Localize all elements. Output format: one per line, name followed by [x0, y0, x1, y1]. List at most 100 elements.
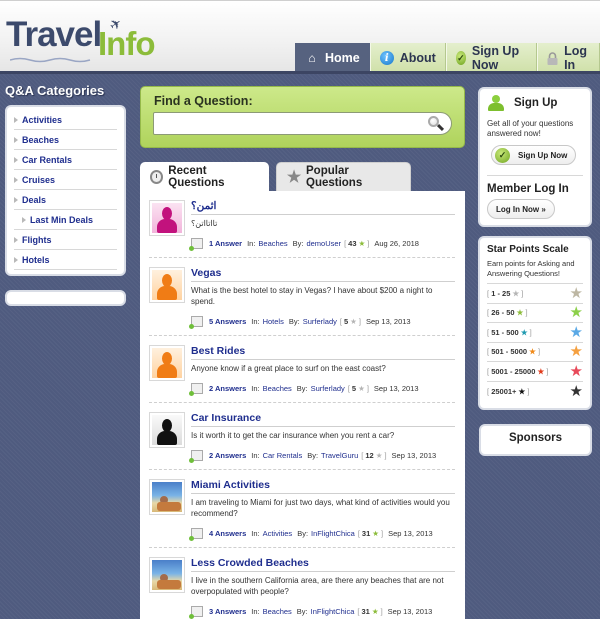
- tab-recent-label: Recent Questions: [168, 165, 225, 189]
- bracket: ]: [384, 451, 387, 460]
- category-link[interactable]: Hotels: [263, 317, 284, 326]
- nav-home[interactable]: ⌂ Home: [295, 43, 370, 73]
- star-icon: ★: [537, 366, 545, 376]
- tab-popular-questions[interactable]: ★ Popular Questions: [276, 162, 411, 191]
- category-flights[interactable]: Flights: [14, 230, 117, 250]
- tab-recent-questions[interactable]: Recent Questions: [140, 162, 269, 192]
- answers-count-link[interactable]: 1 Answer: [209, 239, 242, 248]
- question-title[interactable]: Vegas: [191, 267, 455, 282]
- question-date: Aug 26, 2018: [374, 239, 419, 248]
- question-item: Vegas What is the best hotel to stay in …: [149, 258, 455, 336]
- avatar[interactable]: [149, 557, 185, 593]
- site-header: Travel Info ✈ ⌂ Home i About ✓ Sign Up N…: [0, 0, 600, 73]
- answers-count-link[interactable]: 3 Answers: [209, 607, 246, 616]
- category-car-rentals[interactable]: Car Rentals: [14, 150, 117, 170]
- category-label: Flights: [22, 234, 52, 245]
- avatar[interactable]: [149, 345, 185, 381]
- triangle-right-icon: [22, 216, 26, 223]
- triangle-right-icon: [14, 196, 18, 203]
- avatar[interactable]: [149, 200, 185, 236]
- bracket: [: [347, 384, 350, 393]
- category-last-min-deals[interactable]: Last Min Deals: [14, 210, 117, 230]
- question-title[interactable]: Less Crowded Beaches: [191, 557, 455, 572]
- star-icon: ★: [358, 239, 366, 248]
- answer-icon: [189, 606, 203, 619]
- star-icon: ★: [529, 347, 536, 357]
- user-link[interactable]: demoUser: [306, 239, 341, 248]
- nav-signup[interactable]: ✓ Sign Up Now: [445, 43, 538, 73]
- answer-icon: [189, 238, 203, 251]
- question-text: Anyone know if a great place to surf on …: [191, 364, 386, 373]
- answers-count-link[interactable]: 4 Answers: [209, 529, 246, 538]
- member-login-title: Member Log In: [487, 183, 569, 195]
- star-icon: ★: [520, 327, 528, 337]
- user-link[interactable]: Surferlady: [303, 317, 337, 326]
- avatar[interactable]: [149, 267, 185, 303]
- user-link[interactable]: Surferlady: [311, 384, 345, 393]
- category-cruises[interactable]: Cruises: [14, 170, 117, 190]
- user-points: 43: [348, 239, 357, 248]
- sign-up-now-button[interactable]: ✓ Sign Up Now: [491, 145, 577, 165]
- site-logo[interactable]: Travel Info ✈: [6, 14, 156, 63]
- star-level-row: [ 501 - 5000 ★ ] ★: [487, 343, 583, 362]
- answers-count-link[interactable]: 5 Answers: [209, 317, 246, 326]
- bracket: [: [339, 317, 342, 326]
- category-beaches[interactable]: Beaches: [14, 130, 117, 150]
- empty-sidebar-box: [5, 290, 126, 306]
- nav-about[interactable]: i About: [369, 43, 446, 73]
- sign-up-button-label: Sign Up Now: [518, 150, 568, 160]
- star-level-row: [ 1 - 25 ★ ] ★: [487, 284, 583, 304]
- main-nav: ⌂ Home i About ✓ Sign Up Now Log In: [295, 43, 600, 73]
- category-label: Car Rentals: [22, 154, 73, 165]
- avatar[interactable]: [149, 412, 185, 448]
- bracket: ]: [367, 239, 370, 248]
- user-points: 12: [365, 451, 374, 460]
- nav-login[interactable]: Log In: [537, 43, 600, 73]
- star-points-panel: Star Points Scale Earn points for Asking…: [478, 236, 592, 410]
- category-link[interactable]: Beaches: [263, 607, 292, 616]
- logo-text-info: Info: [98, 25, 155, 62]
- question-title[interactable]: اثمن؟: [191, 200, 455, 215]
- log-in-now-button[interactable]: Log In Now »: [487, 199, 555, 219]
- question-text: I live in the southern California area, …: [191, 576, 444, 596]
- answers-count-link[interactable]: 2 Answers: [209, 384, 246, 393]
- triangle-right-icon: [14, 136, 18, 143]
- in-label: In:: [251, 529, 260, 538]
- category-link[interactable]: Car Rentals: [263, 451, 303, 460]
- category-link[interactable]: Beaches: [258, 239, 287, 248]
- by-label: By:: [307, 451, 319, 460]
- user-link[interactable]: InFlightChica: [311, 529, 355, 538]
- avatar[interactable]: [149, 479, 185, 515]
- category-label: Last Min Deals: [30, 214, 94, 225]
- category-link[interactable]: Beaches: [263, 384, 292, 393]
- category-hotels[interactable]: Hotels: [14, 250, 117, 270]
- search-input[interactable]: [154, 113, 425, 134]
- search-icon[interactable]: [425, 114, 447, 134]
- user-link[interactable]: InFlightChica: [311, 607, 355, 616]
- category-activities[interactable]: Activities: [14, 110, 117, 130]
- signup-text: Get all of your questions answered now!: [487, 119, 574, 138]
- user-points: 31: [361, 607, 370, 616]
- sponsors-panel: Sponsors: [479, 424, 592, 456]
- category-link[interactable]: Activities: [263, 529, 293, 538]
- star-icon: ★: [516, 308, 524, 318]
- answers-count-link[interactable]: 2 Answers: [209, 451, 246, 460]
- star-points-title: Star Points Scale: [487, 244, 569, 255]
- triangle-right-icon: [14, 156, 18, 163]
- question-title[interactable]: Car Insurance: [191, 412, 455, 427]
- category-deals[interactable]: Deals: [14, 190, 117, 210]
- signup-title: Sign Up: [514, 97, 558, 109]
- question-meta: 2 Answers In: Beaches By: Surferlady [ 5…: [189, 383, 455, 402]
- star-icon: ★: [518, 386, 526, 396]
- by-label: By:: [288, 317, 300, 326]
- in-label: In:: [251, 607, 260, 616]
- question-text: What is the best hotel to stay in Vegas?…: [191, 286, 433, 306]
- triangle-right-icon: [14, 236, 18, 243]
- question-date: Sep 13, 2013: [373, 384, 419, 393]
- triangle-right-icon: [14, 256, 18, 263]
- question-title[interactable]: Best Rides: [191, 345, 455, 360]
- question-title[interactable]: Miami Activities: [191, 479, 455, 494]
- user-link[interactable]: TravelGuru: [321, 451, 358, 460]
- bracket: ]: [366, 384, 369, 393]
- star-level-range: 51 - 500: [491, 327, 519, 337]
